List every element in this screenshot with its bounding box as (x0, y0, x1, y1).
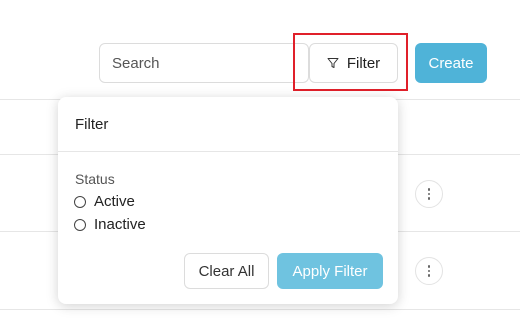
status-option-inactive[interactable]: Inactive (74, 216, 146, 233)
more-vertical-icon (427, 188, 431, 200)
search-input[interactable] (99, 43, 309, 83)
create-button[interactable]: Create (415, 43, 487, 83)
filter-popover: Filter Status Active Inactive Clear All … (58, 97, 398, 304)
clear-all-button[interactable]: Clear All (184, 253, 269, 289)
funnel-icon (327, 58, 339, 68)
row-menu-button[interactable] (415, 257, 443, 285)
status-label: Status (75, 171, 115, 187)
status-option-active[interactable]: Active (74, 193, 135, 210)
status-option-label: Active (94, 193, 135, 210)
row-menu-button[interactable] (415, 180, 443, 208)
apply-filter-button[interactable]: Apply Filter (277, 253, 383, 289)
status-option-label: Inactive (94, 216, 146, 233)
radio-button[interactable] (74, 218, 86, 231)
table-row-divider (0, 309, 520, 310)
filter-button-label: Filter (346, 54, 381, 72)
more-vertical-icon (427, 265, 431, 277)
popover-title: Filter (58, 97, 398, 152)
radio-button[interactable] (74, 195, 86, 208)
filter-button[interactable]: Filter (309, 43, 398, 83)
